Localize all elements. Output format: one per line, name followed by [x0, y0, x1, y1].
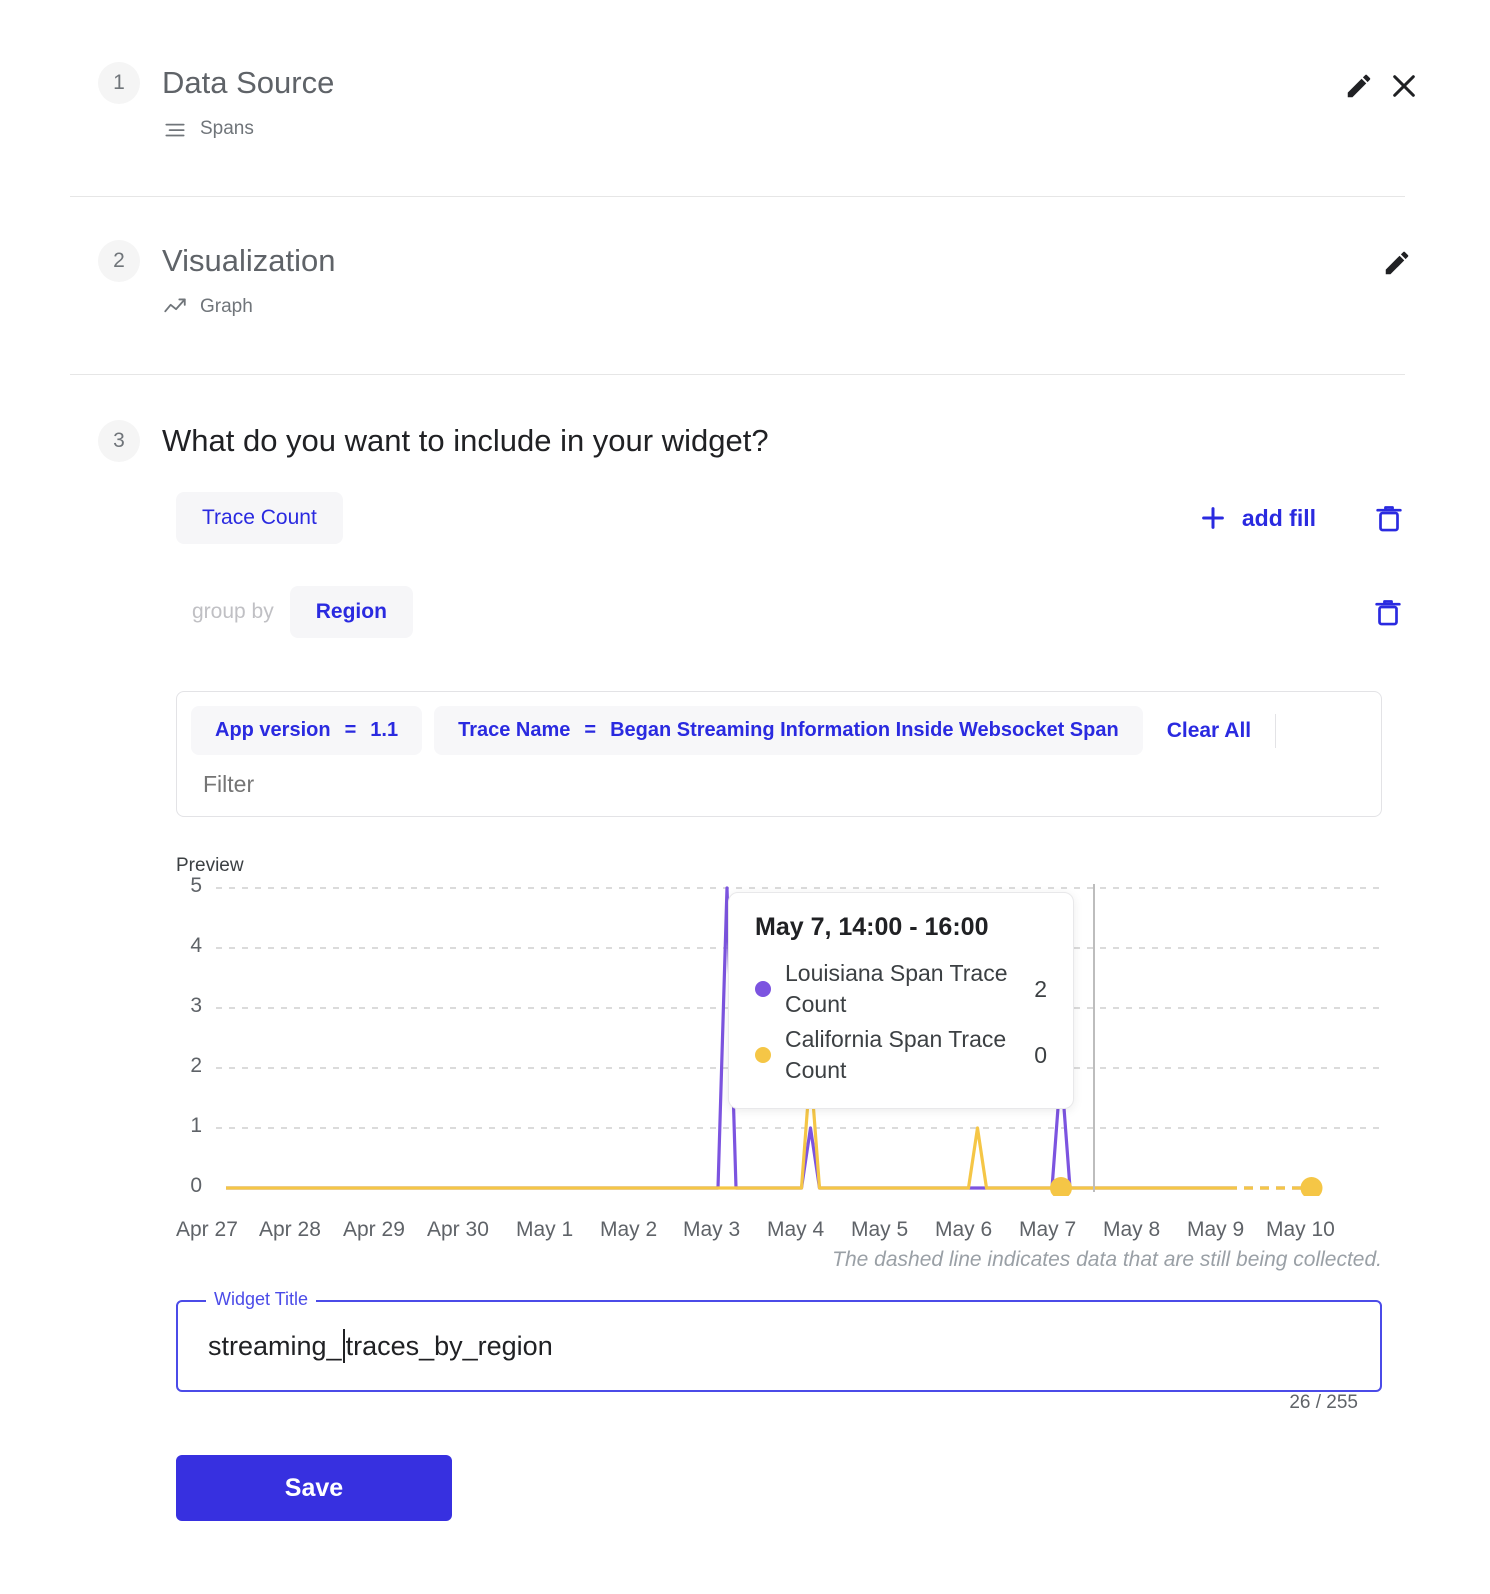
chart-crosshair	[1093, 884, 1095, 1192]
chart-dashed-note: The dashed line indicates data that are …	[832, 1248, 1382, 1271]
x-tick-label: May 1	[516, 1218, 574, 1241]
group-by-label: group by	[192, 600, 274, 623]
x-tick-label: May 5	[851, 1218, 909, 1241]
tooltip-row: Louisiana Span Trace Count 2	[755, 958, 1047, 1020]
metric-row: Trace Count add fill	[176, 492, 1406, 544]
step-data-source: 1 Data Source Spans	[0, 62, 1490, 142]
group-by-row: group by Region	[192, 586, 1406, 638]
filter-box: App version = 1.1 Trace Name = Began Str…	[176, 691, 1382, 817]
edit-pencil-icon[interactable]	[1344, 71, 1374, 101]
widget-title-legend: Widget Title	[206, 1289, 317, 1310]
widget-title-field[interactable]: Widget Title streaming_ traces_by_region	[176, 1289, 1382, 1392]
visualization-actions	[1382, 248, 1412, 278]
filter-chip-app-version[interactable]: App version = 1.1	[191, 706, 423, 755]
edit-pencil-icon[interactable]	[1382, 248, 1412, 278]
x-tick-label: May 9	[1187, 1218, 1245, 1241]
save-button[interactable]: Save	[176, 1455, 452, 1521]
data-source-label: Spans	[200, 118, 254, 139]
x-tick-label: May 6	[935, 1218, 993, 1241]
page-title: What do you want to include in your widg…	[162, 423, 769, 458]
step-widget-content: 3 What do you want to include in your wi…	[0, 420, 1490, 462]
x-tick-label: Apr 28	[259, 1218, 321, 1241]
graph-icon	[162, 294, 188, 320]
step-number-3: 3	[98, 420, 140, 462]
x-tick-label: Apr 27	[176, 1218, 238, 1241]
x-tick-label: Apr 30	[427, 1218, 489, 1241]
y-tick-label: 2	[190, 1054, 202, 1077]
filter-chip-list: App version = 1.1 Trace Name = Began Str…	[191, 706, 1367, 755]
chart-end-point-california	[1300, 1177, 1323, 1196]
filter-input[interactable]	[191, 755, 1367, 816]
widget-title-value[interactable]: streaming_ traces_by_region	[178, 1302, 1380, 1390]
step-visualization: 2 Visualization Graph	[0, 240, 1490, 320]
chart-series-line	[226, 886, 1228, 1190]
filter-key: App version	[215, 719, 331, 741]
data-source-actions	[1344, 70, 1420, 102]
visualization-value: Graph	[162, 294, 1490, 320]
delete-group-by-button[interactable]	[1371, 595, 1405, 629]
y-tick-label: 1	[190, 1114, 202, 1137]
data-source-icon	[162, 116, 188, 142]
x-axis-labels: Apr 27 Apr 28 Apr 29 Apr 30 May 1 May 2 …	[176, 1218, 1382, 1250]
clear-all-button[interactable]: Clear All	[1143, 713, 1277, 748]
filter-operator: =	[584, 719, 597, 741]
x-tick-label: Apr 29	[343, 1218, 405, 1241]
text-caret	[342, 1329, 345, 1363]
widget-title-text-after-caret: traces_by_region	[345, 1331, 553, 1361]
step-title-visualization: Visualization	[162, 243, 336, 278]
char-counter: 26 / 255	[1289, 1392, 1358, 1413]
chart-tooltip: May 7, 14:00 - 16:00 Louisiana Span Trac…	[728, 892, 1074, 1110]
y-tick-label: 0	[190, 1174, 202, 1197]
visualization-label: Graph	[200, 296, 253, 317]
y-tick-label: 4	[190, 934, 202, 957]
x-tick-label: May 8	[1103, 1218, 1161, 1241]
widget-builder-page: 1 Data Source Spans 2 Visualization Grap…	[0, 0, 1490, 1594]
add-fill-button[interactable]: add fill	[1198, 503, 1316, 533]
divider-2	[70, 374, 1405, 375]
x-tick-label: May 2	[600, 1218, 658, 1241]
filter-chip-trace-name[interactable]: Trace Name = Began Streaming Information…	[434, 706, 1143, 755]
plus-icon	[1198, 503, 1228, 533]
divider-1	[70, 196, 1405, 197]
add-fill-label: add fill	[1241, 504, 1316, 531]
x-tick-label: May 10	[1266, 1218, 1335, 1241]
preview-chart: 5 4 3 2 1 0 May 7, 14:00 - 16:00 Louisia…	[176, 874, 1382, 1208]
legend-dot-louisiana	[755, 981, 771, 998]
filter-operator: =	[344, 719, 357, 741]
widget-title-text-before-caret: streaming_	[208, 1331, 342, 1361]
close-icon[interactable]	[1388, 70, 1420, 102]
step-number-1: 1	[98, 62, 140, 104]
group-by-chip-region[interactable]: Region	[289, 586, 413, 638]
data-source-value: Spans	[162, 116, 1490, 142]
tooltip-row: California Span Trace Count 0	[755, 1024, 1047, 1086]
step-title-data-source: Data Source	[162, 65, 335, 100]
tooltip-series-label: Louisiana Span Trace Count	[785, 960, 1008, 1018]
y-tick-label: 5	[190, 874, 202, 897]
tooltip-series-label: California Span Trace Count	[785, 1026, 1007, 1084]
step-number-2: 2	[98, 240, 140, 282]
y-tick-label: 3	[190, 994, 202, 1017]
tooltip-series-value: 2	[1034, 975, 1047, 1002]
filter-key: Trace Name	[458, 719, 571, 741]
tooltip-title: May 7, 14:00 - 16:00	[755, 913, 989, 941]
filter-value: 1.1	[370, 719, 399, 741]
legend-dot-california	[755, 1047, 771, 1064]
x-tick-label: May 3	[683, 1218, 741, 1241]
tooltip-series-value: 0	[1034, 1041, 1047, 1068]
x-tick-label: May 7	[1019, 1218, 1077, 1241]
metric-chip-trace-count[interactable]: Trace Count	[176, 492, 343, 544]
x-tick-label: May 4	[767, 1218, 825, 1241]
delete-metric-button[interactable]	[1372, 501, 1406, 535]
filter-value: Began Streaming Information Inside Webso…	[610, 719, 1119, 741]
